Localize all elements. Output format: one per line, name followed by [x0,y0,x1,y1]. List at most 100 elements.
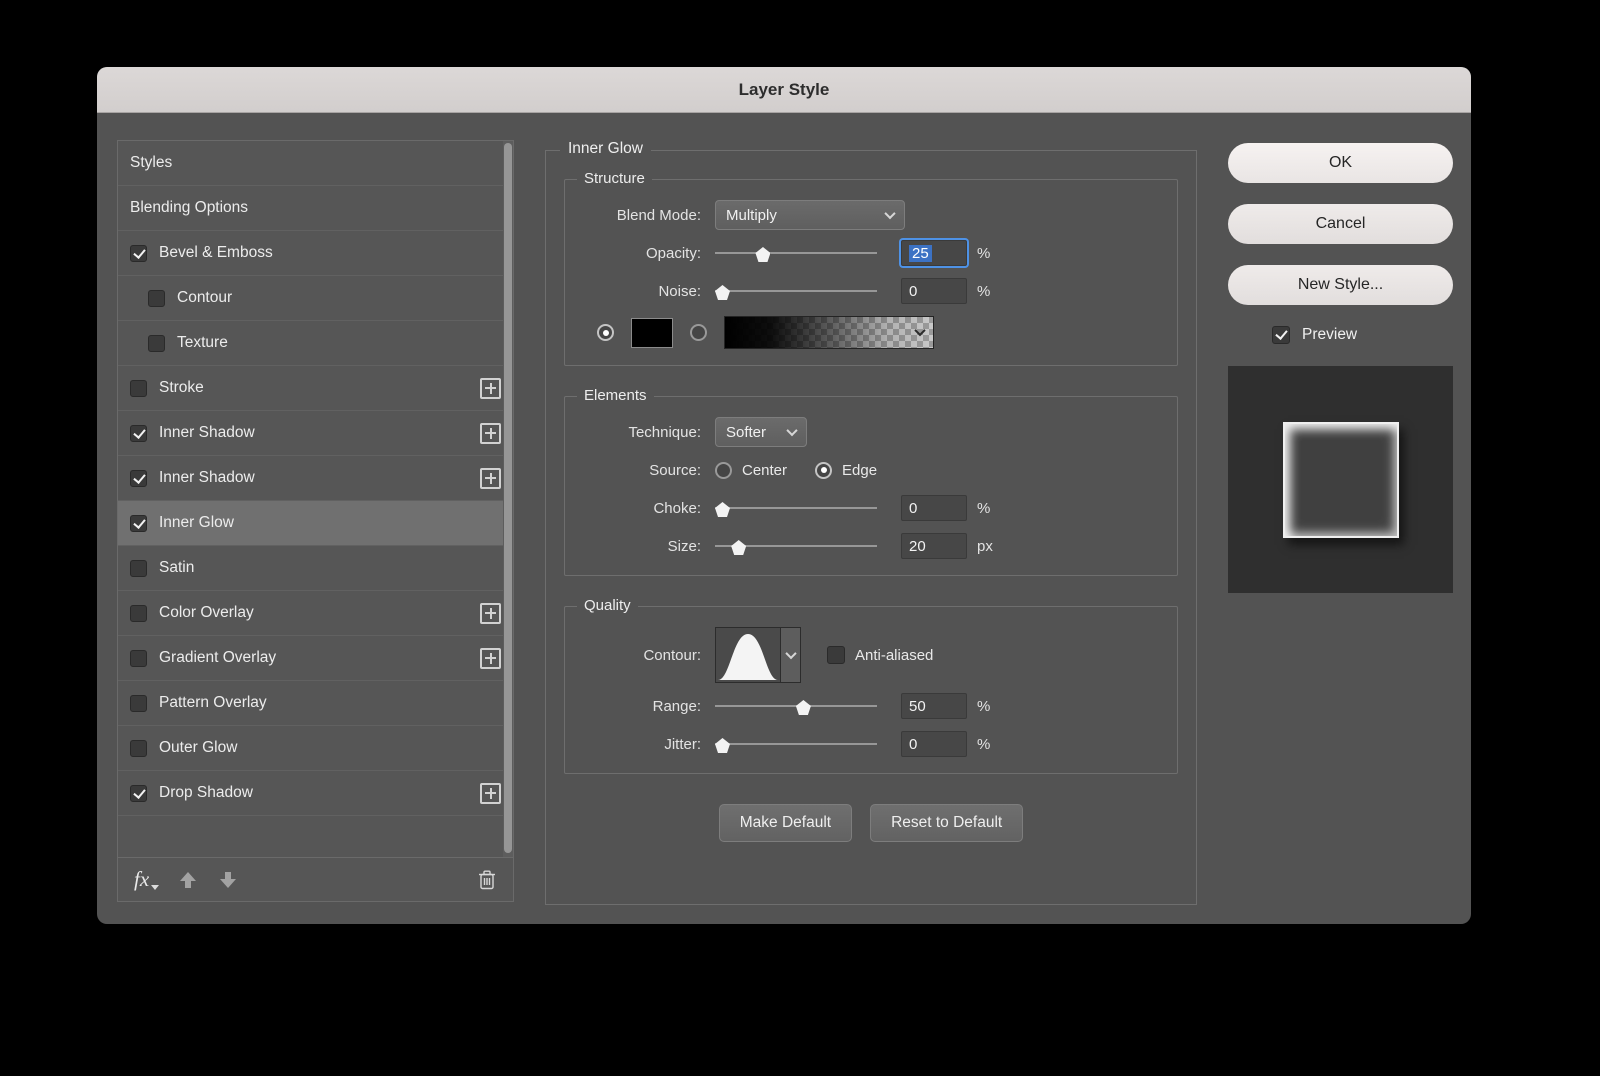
add-stroke-icon[interactable] [480,377,501,399]
move-effect-up-icon[interactable] [179,870,197,890]
choke-slider-track[interactable] [715,507,877,509]
range-unit: % [977,697,991,715]
noise-slider-track[interactable] [715,290,877,292]
fx-menu-button[interactable]: fx [134,867,160,892]
jitter-slider-thumb[interactable] [715,738,730,753]
sidebar-item-label: Color Overlay [159,604,254,621]
dialog-title: Layer Style [738,79,830,99]
choke-slider[interactable] [715,498,901,518]
noise-slider[interactable] [715,281,901,301]
contour-picker[interactable] [715,627,801,683]
sidebar-item-label: Inner Shadow [159,424,255,441]
move-effect-down-icon[interactable] [219,870,237,890]
styles-sidebar: Styles Blending Options Bevel & Emboss C… [117,140,514,902]
new-style-button[interactable]: New Style... [1228,265,1453,305]
jitter-slider-track[interactable] [715,743,877,745]
sidebar-item-inner-shadow-1[interactable]: Inner Shadow [118,411,513,456]
preview-checkbox[interactable] [1272,326,1290,344]
source-edge-option[interactable]: Edge [815,461,877,479]
sidebar-item-label: Satin [159,559,195,576]
add-color-overlay-icon[interactable] [480,602,501,624]
technique-label: Technique: [628,423,701,441]
size-slider[interactable] [715,536,901,556]
solid-color-radio[interactable] [597,324,614,341]
jitter-label: Jitter: [664,735,701,753]
make-default-button[interactable]: Make Default [718,804,853,842]
reset-to-default-button[interactable]: Reset to Default [870,804,1024,842]
color-overlay-checkbox[interactable] [130,604,147,622]
add-gradient-overlay-icon[interactable] [480,647,501,669]
opacity-slider-track[interactable] [715,252,877,254]
sidebar-item-gradient-overlay[interactable]: Gradient Overlay [118,636,513,681]
choke-slider-thumb[interactable] [715,502,730,517]
preview-label: Preview [1302,326,1358,343]
chevron-down-icon [914,324,926,337]
size-slider-thumb[interactable] [731,540,747,555]
title-bar: Layer Style [97,67,1471,113]
texture-checkbox[interactable] [148,334,165,352]
sidebar-scrollbar[interactable] [503,141,513,857]
anti-aliased-option[interactable]: Anti-aliased [827,646,933,664]
bevel-emboss-checkbox[interactable] [130,244,147,262]
add-inner-shadow-icon[interactable] [480,467,501,489]
sidebar-item-blending-options[interactable]: Blending Options [118,186,513,231]
jitter-slider[interactable] [715,734,901,754]
jitter-unit: % [977,735,991,753]
blend-mode-select[interactable]: Multiply [715,200,905,230]
sidebar-item-stroke[interactable]: Stroke [118,366,513,411]
opacity-input[interactable]: 25 [901,240,967,266]
sidebar-item-texture[interactable]: Texture [118,321,513,366]
add-drop-shadow-icon[interactable] [480,782,501,804]
sidebar-scrollbar-thumb[interactable] [504,143,512,853]
structure-group: Structure Blend Mode: Multiply Opacity: [564,170,1178,366]
sidebar-item-contour[interactable]: Contour [118,276,513,321]
sidebar-item-color-overlay[interactable]: Color Overlay [118,591,513,636]
opacity-slider[interactable] [715,243,901,263]
inner-shadow-1-checkbox[interactable] [130,424,147,442]
pattern-overlay-checkbox[interactable] [130,694,147,712]
contour-checkbox[interactable] [148,289,165,307]
noise-input[interactable]: 0 [901,278,967,304]
cancel-button[interactable]: Cancel [1228,204,1453,244]
inner-shadow-2-checkbox[interactable] [130,469,147,487]
sidebar-item-drop-shadow[interactable]: Drop Shadow [118,771,513,816]
noise-value: 0 [909,282,918,300]
sidebar-item-inner-shadow-2[interactable]: Inner Shadow [118,456,513,501]
trash-icon [479,870,495,889]
satin-checkbox[interactable] [130,559,147,577]
opacity-slider-thumb[interactable] [755,247,771,262]
source-edge-radio[interactable] [815,461,833,479]
gradient-radio[interactable] [690,324,707,341]
range-input[interactable]: 50 [901,693,967,719]
inner-glow-checkbox[interactable] [130,514,147,532]
size-input[interactable]: 20 [901,533,967,559]
range-label: Range: [652,697,701,715]
gradient-overlay-checkbox[interactable] [130,649,147,667]
sidebar-item-pattern-overlay[interactable]: Pattern Overlay [118,681,513,726]
source-center-radio[interactable] [715,461,732,479]
technique-select[interactable]: Softer [715,417,807,447]
range-slider-thumb[interactable] [795,700,811,715]
sidebar-item-inner-glow[interactable]: Inner Glow [118,501,513,546]
noise-slider-thumb[interactable] [715,285,730,300]
add-inner-shadow-icon[interactable] [480,422,501,444]
jitter-input[interactable]: 0 [901,731,967,757]
range-slider[interactable] [715,696,901,716]
glow-color-swatch[interactable] [631,317,673,348]
stroke-checkbox[interactable] [130,379,147,397]
delete-effect-button[interactable] [477,869,497,891]
anti-aliased-checkbox[interactable] [827,646,845,664]
contour-dropdown-button[interactable] [781,627,801,683]
sidebar-item-bevel-emboss[interactable]: Bevel & Emboss [118,231,513,276]
gradient-picker[interactable] [724,316,934,349]
drop-shadow-checkbox[interactable] [130,784,147,802]
ok-button[interactable]: OK [1228,143,1453,183]
outer-glow-checkbox[interactable] [130,739,147,757]
choke-label: Choke: [653,499,701,517]
choke-input[interactable]: 0 [901,495,967,521]
source-center-option[interactable]: Center [715,461,787,479]
sidebar-item-styles[interactable]: Styles [118,141,513,186]
sidebar-item-outer-glow[interactable]: Outer Glow [118,726,513,771]
preview-option[interactable]: Preview [1272,326,1453,344]
sidebar-item-satin[interactable]: Satin [118,546,513,591]
